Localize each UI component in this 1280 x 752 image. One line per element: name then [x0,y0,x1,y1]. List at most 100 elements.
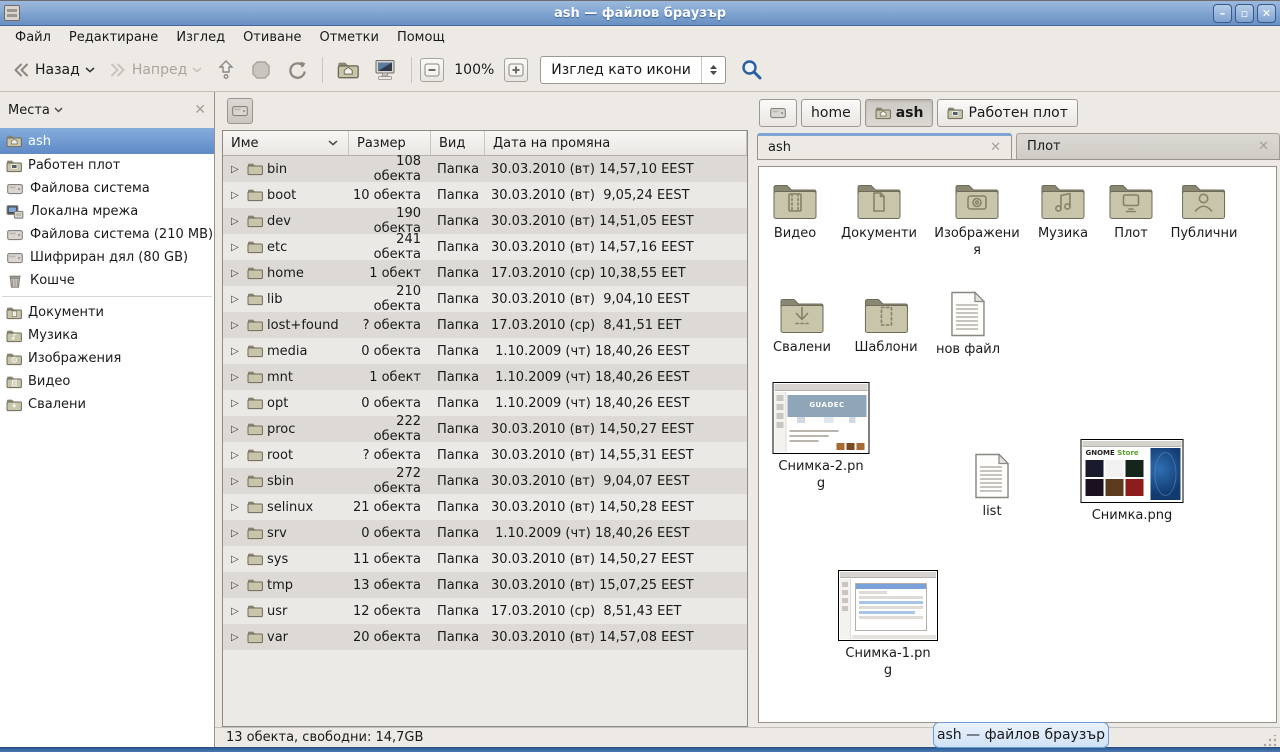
table-row[interactable]: ▷tmp13 обектаПапка30.03.2010 (вт) 15,07,… [223,572,747,598]
expander-icon[interactable]: ▷ [231,528,243,539]
expander-icon[interactable]: ▷ [231,424,243,435]
table-row[interactable]: ▷var20 обектаПапка30.03.2010 (вт) 14,57,… [223,624,747,650]
back-button[interactable]: Назад [6,58,101,82]
table-row[interactable]: ▷opt0 обектаПапка 1.10.2009 (чт) 18,40,2… [223,390,747,416]
expander-icon[interactable]: ▷ [231,320,243,331]
minimize-button[interactable]: – [1213,4,1232,23]
menu-item-0[interactable]: Файл [6,28,60,47]
expander-icon[interactable]: ▷ [231,450,243,461]
icon-item-Документи[interactable]: Документи [841,181,917,242]
search-button[interactable] [740,58,764,82]
icon-item-нов-файл[interactable]: нов файл [936,291,1000,358]
breadcrumb-button-ash[interactable]: ash [865,99,934,127]
column-header-1[interactable]: Размер [349,131,431,155]
sidebar-item-8[interactable]: Документи [0,301,214,324]
expander-icon[interactable]: ▷ [231,476,243,487]
expander-icon[interactable]: ▷ [231,190,243,201]
expander-icon[interactable]: ▷ [231,164,243,175]
stop-button[interactable] [244,55,278,85]
zoom-in-button[interactable] [504,58,528,82]
table-row[interactable]: ▷selinux21 обектаПапка30.03.2010 (вт) 14… [223,494,747,520]
close-button[interactable]: ✕ [1257,4,1276,23]
icon-item-Снимка.png[interactable]: GNOME StoreСнимка.png [1081,439,1184,524]
expander-icon[interactable]: ▷ [231,398,243,409]
icon-item-Публични[interactable]: Публични [1171,181,1238,242]
taskbar-window-button[interactable]: ash — файлов браузър [933,722,1109,748]
icon-item-Снимка-1.png[interactable]: Снимка-1.png [838,570,938,679]
expander-icon[interactable]: ▷ [231,632,243,643]
icon-item-Снимка-2.png[interactable]: GUADECСнимка-2.png [773,382,870,492]
expander-icon[interactable]: ▷ [231,294,243,305]
sidebar-mode-select[interactable]: Места [8,103,50,118]
expander-icon[interactable]: ▷ [231,554,243,565]
maximize-button[interactable]: ▫ [1235,4,1254,23]
icon-item-Видео[interactable]: Видео [771,181,819,242]
sidebar-item-1[interactable]: Работен плот [0,154,214,177]
filesystem-root-button[interactable] [227,98,253,124]
table-row[interactable]: ▷etc241 обектаПапка30.03.2010 (вт) 14,57… [223,234,747,260]
expander-icon[interactable]: ▷ [231,216,243,227]
table-row[interactable]: ▷lib210 обектаПапка30.03.2010 (вт) 9,04,… [223,286,747,312]
tab-close-icon[interactable]: ✕ [1258,139,1269,154]
sidebar-item-10[interactable]: Изображения [0,347,214,370]
table-row[interactable]: ▷mnt1 обектПапка 1.10.2009 (чт) 18,40,26… [223,364,747,390]
view-mode-select[interactable]: Изглед като икони [540,56,726,84]
table-row[interactable]: ▷dev190 обектаПапка30.03.2010 (вт) 14,51… [223,208,747,234]
icon-item-Музика[interactable]: Музика [1038,181,1088,242]
up-button[interactable] [210,55,242,85]
tab-Плот[interactable]: Плот✕ [1016,133,1280,159]
menu-item-2[interactable]: Изглед [167,28,234,47]
table-row[interactable]: ▷sys11 обектаПапка30.03.2010 (вт) 14,50,… [223,546,747,572]
table-row[interactable]: ▷boot10 обектаПапка30.03.2010 (вт) 9,05,… [223,182,747,208]
table-row[interactable]: ▷usr12 обектаПапка17.03.2010 (ср) 8,51,4… [223,598,747,624]
breadcrumb-button-home[interactable]: home [801,99,861,127]
sidebar-splitter[interactable] [215,92,222,727]
sidebar-close-icon[interactable]: ✕ [194,102,206,118]
icon-item-Шаблони[interactable]: Шаблони [854,295,917,356]
sidebar-item-12[interactable]: Свалени [0,393,214,416]
sidebar-item-9[interactable]: Музика [0,324,214,347]
sidebar-item-3[interactable]: Локална мрежа [0,200,214,223]
column-header-2[interactable]: Вид [431,131,485,155]
table-row[interactable]: ▷home1 обектПапка17.03.2010 (ср) 10,38,5… [223,260,747,286]
table-row[interactable]: ▷lost+found? обектаПапка17.03.2010 (ср) … [223,312,747,338]
zoom-out-button[interactable] [420,58,444,82]
icon-item-list[interactable]: list [973,453,1011,520]
table-row[interactable]: ▷root? обектаПапка30.03.2010 (вт) 14,55,… [223,442,747,468]
column-header-3[interactable]: Дата на промяна [485,131,747,155]
expander-icon[interactable]: ▷ [231,372,243,383]
expander-icon[interactable]: ▷ [231,502,243,513]
table-row[interactable]: ▷media0 обектаПапка 1.10.2009 (чт) 18,40… [223,338,747,364]
expander-icon[interactable]: ▷ [231,580,243,591]
breadcrumb-button-root[interactable] [759,99,797,127]
icon-item-Свалени[interactable]: Свалени [773,295,831,356]
sidebar-item-6[interactable]: Кошче [0,269,214,292]
menu-item-3[interactable]: Отиване [234,28,310,47]
home-button[interactable] [331,55,365,85]
reload-button[interactable] [280,55,314,85]
sidebar-item-5[interactable]: Шифриран дял (80 GB) [0,246,214,269]
pane-splitter[interactable] [750,92,757,727]
table-row[interactable]: ▷srv0 обектаПапка 1.10.2009 (чт) 18,40,2… [223,520,747,546]
breadcrumb-button-Работен плот[interactable]: Работен плот [937,99,1077,127]
tab-close-icon[interactable]: ✕ [990,140,1001,155]
column-header-0[interactable]: Име [223,131,349,155]
menu-item-4[interactable]: Отметки [310,28,387,47]
expander-icon[interactable]: ▷ [231,346,243,357]
forward-button[interactable]: Напред [103,58,208,82]
expander-icon[interactable]: ▷ [231,606,243,617]
table-row[interactable]: ▷proc222 обектаПапка30.03.2010 (вт) 14,5… [223,416,747,442]
back-history-chevron-icon[interactable] [85,67,95,73]
sidebar-item-11[interactable]: Видео [0,370,214,393]
icon-item-Плот[interactable]: Плот [1107,181,1155,242]
resize-grip-icon[interactable] [1263,735,1277,747]
table-row[interactable]: ▷sbin272 обектаПапка30.03.2010 (вт) 9,04… [223,468,747,494]
icon-item-Изображения[interactable]: Изображения [931,181,1023,259]
computer-button[interactable] [367,54,403,86]
menu-item-5[interactable]: Помощ [388,28,454,47]
sidebar-item-2[interactable]: Файлова система [0,177,214,200]
sidebar-item-0[interactable]: ash [0,128,214,154]
sidebar-item-4[interactable]: Файлова система (210 MB) [0,223,214,246]
expander-icon[interactable]: ▷ [231,242,243,253]
table-row[interactable]: ▷bin108 обектаПапка30.03.2010 (вт) 14,57… [223,156,747,182]
